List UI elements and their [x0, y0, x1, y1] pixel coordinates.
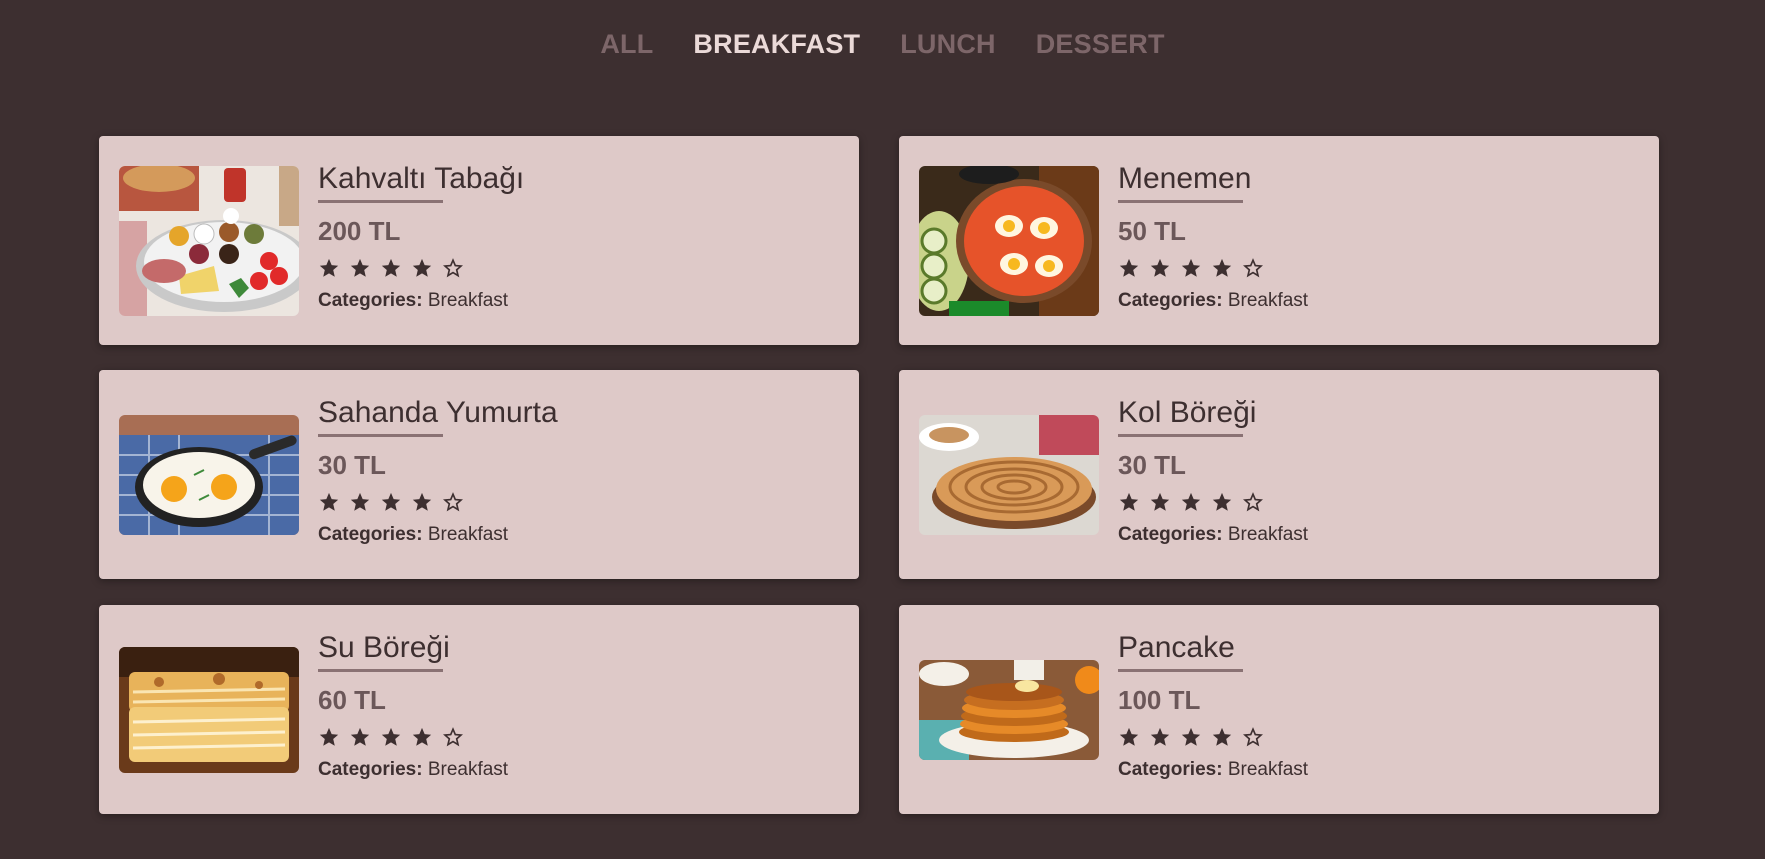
star-filled-icon	[1212, 492, 1232, 511]
title-underline	[1118, 434, 1243, 437]
layered-borek-photo	[119, 647, 299, 773]
rating-stars	[1118, 726, 1639, 748]
menu-item-price: 50 TL	[1118, 216, 1186, 246]
menu-card[interactable]: Su Böreği 60 TL Categories: Breakfast	[99, 605, 859, 814]
rating-stars	[1118, 257, 1639, 279]
star-filled-icon	[350, 258, 370, 277]
star-filled-icon	[412, 727, 432, 746]
star-filled-icon	[350, 727, 370, 746]
menu-item-categories: Categories: Breakfast	[318, 289, 839, 313]
star-outline-icon	[1243, 492, 1263, 512]
star-filled-icon	[319, 727, 339, 746]
category-value: Breakfast	[427, 290, 509, 311]
menu-card[interactable]: Sahanda Yumurta 30 TL Categories: Breakf…	[99, 370, 859, 579]
tab-breakfast[interactable]: BREAKFAST	[693, 24, 860, 64]
title-underline	[1118, 669, 1243, 672]
menu-item-info: Kahvaltı Tabağı 200 TL Categories: Break…	[318, 160, 839, 313]
star-outline-icon	[443, 492, 463, 512]
star-filled-icon	[412, 492, 432, 511]
rating-stars	[318, 726, 839, 748]
tab-dessert[interactable]: DESSERT	[1036, 24, 1165, 64]
menu-item-categories: Categories: Breakfast	[1118, 289, 1639, 313]
star-filled-icon	[350, 492, 370, 511]
rating-stars	[318, 491, 839, 513]
menu-item-title: Menemen	[1118, 162, 1252, 195]
star-filled-icon	[381, 258, 401, 277]
menu-item-title: Kahvaltı Tabağı	[318, 162, 525, 195]
categories-label: Categories:	[318, 759, 423, 780]
star-filled-icon	[1181, 258, 1201, 277]
menu-card[interactable]: Menemen 50 TL Categories: Breakfast	[899, 136, 1659, 345]
category-value: Breakfast	[1227, 759, 1309, 780]
menu-item-info: Pancake 100 TL Categories: Breakfast	[1118, 629, 1639, 782]
menu-item-price: 60 TL	[318, 685, 386, 715]
star-filled-icon	[1181, 727, 1201, 746]
menu-card[interactable]: Kol Böreği 30 TL Categories: Breakfast	[899, 370, 1659, 579]
category-tabs: ALL BREAKFAST LUNCH DESSERT	[0, 24, 1765, 64]
title-underline	[318, 200, 443, 203]
title-underline	[318, 434, 443, 437]
menu-card[interactable]: Pancake 100 TL Categories: Breakfast	[899, 605, 1659, 814]
menu-item-categories: Categories: Breakfast	[1118, 758, 1639, 782]
rating-stars	[318, 257, 839, 279]
star-filled-icon	[381, 492, 401, 511]
fried-eggs-pan-photo	[119, 415, 299, 535]
star-filled-icon	[319, 492, 339, 511]
menu-item-categories: Categories: Breakfast	[1118, 523, 1639, 547]
menu-item-categories: Categories: Breakfast	[318, 523, 839, 547]
menu-item-title: Sahanda Yumurta	[318, 396, 558, 429]
spiral-borek-photo	[919, 415, 1099, 535]
star-filled-icon	[1150, 492, 1170, 511]
categories-label: Categories:	[1118, 759, 1223, 780]
rating-stars	[1118, 491, 1639, 513]
tab-lunch[interactable]: LUNCH	[900, 24, 996, 64]
tab-all[interactable]: ALL	[600, 24, 653, 64]
breakfast-plate-photo	[119, 166, 299, 316]
category-value: Breakfast	[1227, 524, 1309, 545]
menu-item-title: Su Böreği	[318, 631, 450, 664]
menu-item-info: Sahanda Yumurta 30 TL Categories: Breakf…	[318, 394, 839, 547]
star-filled-icon	[1119, 258, 1139, 277]
category-value: Breakfast	[1227, 290, 1309, 311]
star-filled-icon	[319, 258, 339, 277]
star-filled-icon	[412, 258, 432, 277]
category-value: Breakfast	[427, 524, 509, 545]
menu-item-info: Menemen 50 TL Categories: Breakfast	[1118, 160, 1639, 313]
star-filled-icon	[1212, 258, 1232, 277]
menu-item-title: Pancake	[1118, 631, 1235, 664]
star-filled-icon	[381, 727, 401, 746]
categories-label: Categories:	[1118, 290, 1223, 311]
category-value: Breakfast	[427, 759, 509, 780]
star-filled-icon	[1119, 492, 1139, 511]
title-underline	[318, 669, 443, 672]
star-outline-icon	[1243, 727, 1263, 747]
menu-item-info: Su Böreği 60 TL Categories: Breakfast	[318, 629, 839, 782]
categories-label: Categories:	[318, 524, 423, 545]
menu-item-price: 100 TL	[1118, 685, 1201, 715]
star-filled-icon	[1181, 492, 1201, 511]
menu-item-info: Kol Böreği 30 TL Categories: Breakfast	[1118, 394, 1639, 547]
star-filled-icon	[1150, 258, 1170, 277]
menu-item-title: Kol Böreği	[1118, 396, 1257, 429]
menu-item-categories: Categories: Breakfast	[318, 758, 839, 782]
star-filled-icon	[1119, 727, 1139, 746]
menu-item-price: 30 TL	[318, 450, 386, 480]
categories-label: Categories:	[318, 290, 423, 311]
pancake-stack-photo	[919, 660, 1099, 760]
menu-item-price: 200 TL	[318, 216, 401, 246]
star-filled-icon	[1150, 727, 1170, 746]
star-outline-icon	[1243, 258, 1263, 278]
categories-label: Categories:	[1118, 524, 1223, 545]
title-underline	[1118, 200, 1243, 203]
star-filled-icon	[1212, 727, 1232, 746]
menemen-pan-photo	[919, 166, 1099, 316]
star-outline-icon	[443, 258, 463, 278]
menu-card[interactable]: Kahvaltı Tabağı 200 TL Categories: Break…	[99, 136, 859, 345]
star-outline-icon	[443, 727, 463, 747]
menu-item-price: 30 TL	[1118, 450, 1186, 480]
